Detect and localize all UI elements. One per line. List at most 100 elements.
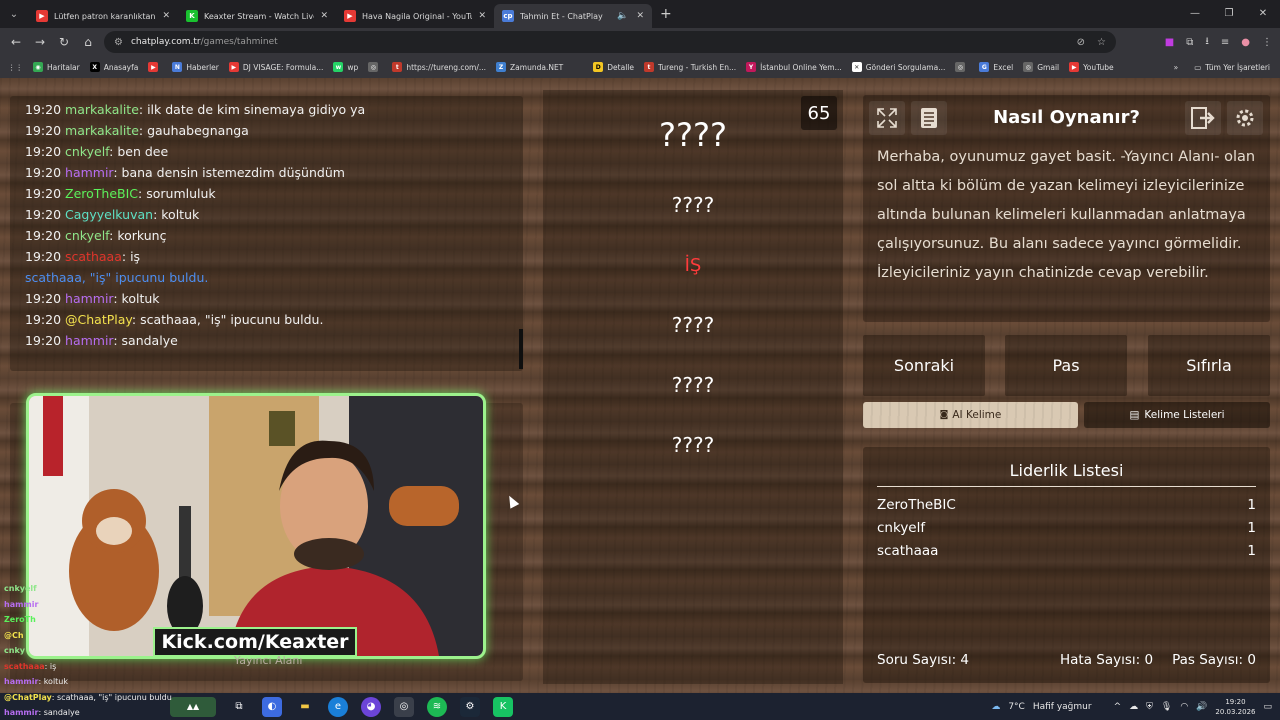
chat-text: ben dee: [117, 144, 169, 159]
more-bookmarks-icon[interactable]: »: [1174, 63, 1179, 72]
word-lists-button[interactable]: ▤ Kelime Listeleri: [1084, 402, 1270, 428]
new-tab-icon[interactable]: +: [660, 6, 672, 22]
task-view-icon[interactable]: ⧉: [229, 697, 249, 717]
tray-chevron-icon[interactable]: ^: [1114, 702, 1122, 712]
bookmark-item[interactable]: ▶: [148, 62, 162, 72]
overlay-username: ZeroTh: [4, 615, 36, 624]
shield-icon[interactable]: ⛨: [1146, 702, 1153, 712]
home-icon[interactable]: ⌂: [76, 35, 100, 49]
chat-username[interactable]: hammir: [65, 333, 113, 348]
bookmark-item[interactable]: Z Zamunda.NET: [496, 62, 563, 72]
chrome-icon[interactable]: ◎: [394, 696, 414, 717]
audio-icon[interactable]: 🔈: [617, 11, 628, 21]
close-tab-icon[interactable]: ✕: [162, 11, 170, 21]
chat-username[interactable]: ZeroTheBIC: [65, 186, 138, 201]
bookmark-item[interactable]: Y İstanbul Online Yem...: [746, 62, 842, 72]
network-icon[interactable]: ☁: [1129, 702, 1138, 712]
bookmark-item[interactable]: G Excel: [979, 62, 1013, 72]
minimize-icon[interactable]: —: [1178, 0, 1212, 28]
tab-youtube-1[interactable]: ▶ Lütfen patron karanlıktan korku ✕: [28, 4, 178, 28]
tab-search-icon[interactable]: ⌄: [0, 9, 28, 20]
discord-icon[interactable]: ◕: [361, 696, 381, 717]
bookmark-item[interactable]: ▶ YouTube: [1069, 62, 1114, 72]
tab-youtube-2[interactable]: ▶ Hava Nagila Original - YouTube ✕: [336, 4, 494, 28]
close-tab-icon[interactable]: ✕: [636, 11, 644, 21]
bookmark-item[interactable]: ✕ Gönderi Sorgulama...: [851, 62, 945, 72]
steam-icon[interactable]: ⚙: [460, 696, 480, 717]
download-icon[interactable]: ⭳: [1205, 34, 1209, 51]
puzzle-icon[interactable]: ⧉: [1186, 37, 1193, 48]
chat-username[interactable]: markakalite: [65, 102, 139, 117]
exit-icon[interactable]: [1185, 101, 1221, 135]
tab-chatplay[interactable]: cp Tahmin Et - ChatPlay 🔈 ✕: [494, 4, 652, 28]
copilot-icon[interactable]: ◐: [262, 696, 282, 717]
playlist-icon[interactable]: ≡: [1221, 37, 1229, 48]
chat-username[interactable]: markakalite: [65, 123, 139, 138]
taskbar-apps: ▲▲ ⧉ ◐ ▬ e ◕ ◎ ≋ ⚙ K: [170, 693, 513, 720]
next-button[interactable]: Sonraki: [863, 335, 985, 396]
chat-scrollbar[interactable]: [519, 329, 523, 369]
pass-button[interactable]: Pas: [1005, 335, 1127, 396]
bookmark-item[interactable]: N Haberler: [172, 62, 219, 72]
reset-button[interactable]: Sıfırla: [1148, 335, 1270, 396]
spotify-icon[interactable]: ≋: [427, 696, 447, 717]
bookmark-item[interactable]: t https://tureng.com/...: [392, 62, 486, 72]
notification-icon[interactable]: ▭: [1263, 702, 1272, 712]
file-explorer-icon[interactable]: ▬: [295, 697, 315, 717]
chat-username[interactable]: hammir: [65, 165, 113, 180]
game-thumbnail-icon[interactable]: ▲▲: [170, 696, 216, 717]
url-bar[interactable]: ⚙ chatplay.com.tr/games/tahminet ⊘ ☆: [104, 31, 1116, 53]
youtube-icon: ▶: [1069, 62, 1080, 72]
settings-gear-icon[interactable]: [1227, 101, 1263, 135]
forward-icon[interactable]: →: [28, 35, 52, 49]
tab-title: Lütfen patron karanlıktan korku: [54, 11, 156, 21]
bookmark-item[interactable]: t Tureng - Turkish En...: [643, 62, 736, 72]
apps-icon[interactable]: ⋮⋮: [8, 63, 23, 72]
bookmark-item[interactable]: ◎: [955, 62, 969, 72]
bookmark-item[interactable]: ◎ Gmail: [1023, 62, 1059, 72]
taskbar: ▲▲ ⧉ ◐ ▬ e ◕ ◎ ≋ ⚙ K ☁ 7°C Hafif yağmur …: [0, 693, 1280, 720]
mic-icon[interactable]: 🎙: [1161, 702, 1172, 712]
weather-description[interactable]: Hafif yağmur: [1033, 702, 1092, 712]
bookmark-star-icon[interactable]: ☆: [1097, 37, 1106, 48]
chat-time: 19:20: [25, 333, 62, 348]
site-info-icon[interactable]: ⚙: [114, 37, 123, 48]
chat-username[interactable]: @ChatPlay: [65, 312, 132, 327]
close-tab-icon[interactable]: ✕: [478, 11, 486, 21]
weather-temp[interactable]: 7°C: [1008, 702, 1025, 712]
extension-icon[interactable]: ■: [1165, 37, 1174, 48]
close-window-icon[interactable]: ✕: [1246, 0, 1280, 28]
chat-time: 19:20: [25, 312, 62, 327]
bookmark-item[interactable]: ◉ Haritalar: [33, 62, 80, 72]
bookmark-item[interactable]: ◎: [368, 62, 382, 72]
clock[interactable]: 19:20 20.03.2026: [1215, 697, 1255, 717]
chat-username[interactable]: cnkyelf: [65, 144, 109, 159]
player-name: cnkyelf: [877, 520, 926, 536]
bookmark-item[interactable]: D Detalle: [593, 62, 634, 72]
restore-icon[interactable]: ❐: [1212, 0, 1246, 28]
player-score: 1: [1247, 543, 1256, 559]
robot-icon: ◙: [939, 410, 949, 420]
bookmark-item[interactable]: X Anasayfa: [89, 62, 138, 72]
ai-word-button[interactable]: ◙ AI Kelime: [863, 402, 1078, 428]
kick-app-icon[interactable]: K: [493, 696, 513, 717]
chat-username[interactable]: Cagyyelkuvan: [65, 207, 153, 222]
close-tab-icon[interactable]: ✕: [320, 11, 328, 21]
bookmark-item[interactable]: w wp: [333, 62, 358, 72]
all-bookmarks[interactable]: ▭ Tüm Yer İşaretleri: [1194, 63, 1270, 72]
youtube-icon: ▶: [36, 10, 48, 22]
chat-username[interactable]: cnkyelf: [65, 228, 109, 243]
chat-username[interactable]: scathaaa: [65, 249, 122, 264]
back-icon[interactable]: ←: [4, 35, 28, 49]
profile-icon[interactable]: ●: [1241, 37, 1250, 48]
tab-kick[interactable]: K Keaxter Stream - Watch Live on ✕: [178, 4, 336, 28]
wifi-icon[interactable]: ◠: [1180, 702, 1188, 712]
chat-username[interactable]: hammir: [65, 291, 113, 306]
edge-icon[interactable]: e: [328, 696, 348, 717]
volume-icon[interactable]: 🔊: [1196, 702, 1207, 712]
menu-icon[interactable]: ⋮: [1262, 37, 1272, 48]
bookmark-item[interactable]: ▶ DJ VISAGE: Formula...: [228, 62, 323, 72]
eye-off-icon[interactable]: ⊘: [1077, 37, 1085, 48]
reload-icon[interactable]: ↻: [52, 35, 76, 49]
chat-time: 19:20: [25, 249, 62, 264]
